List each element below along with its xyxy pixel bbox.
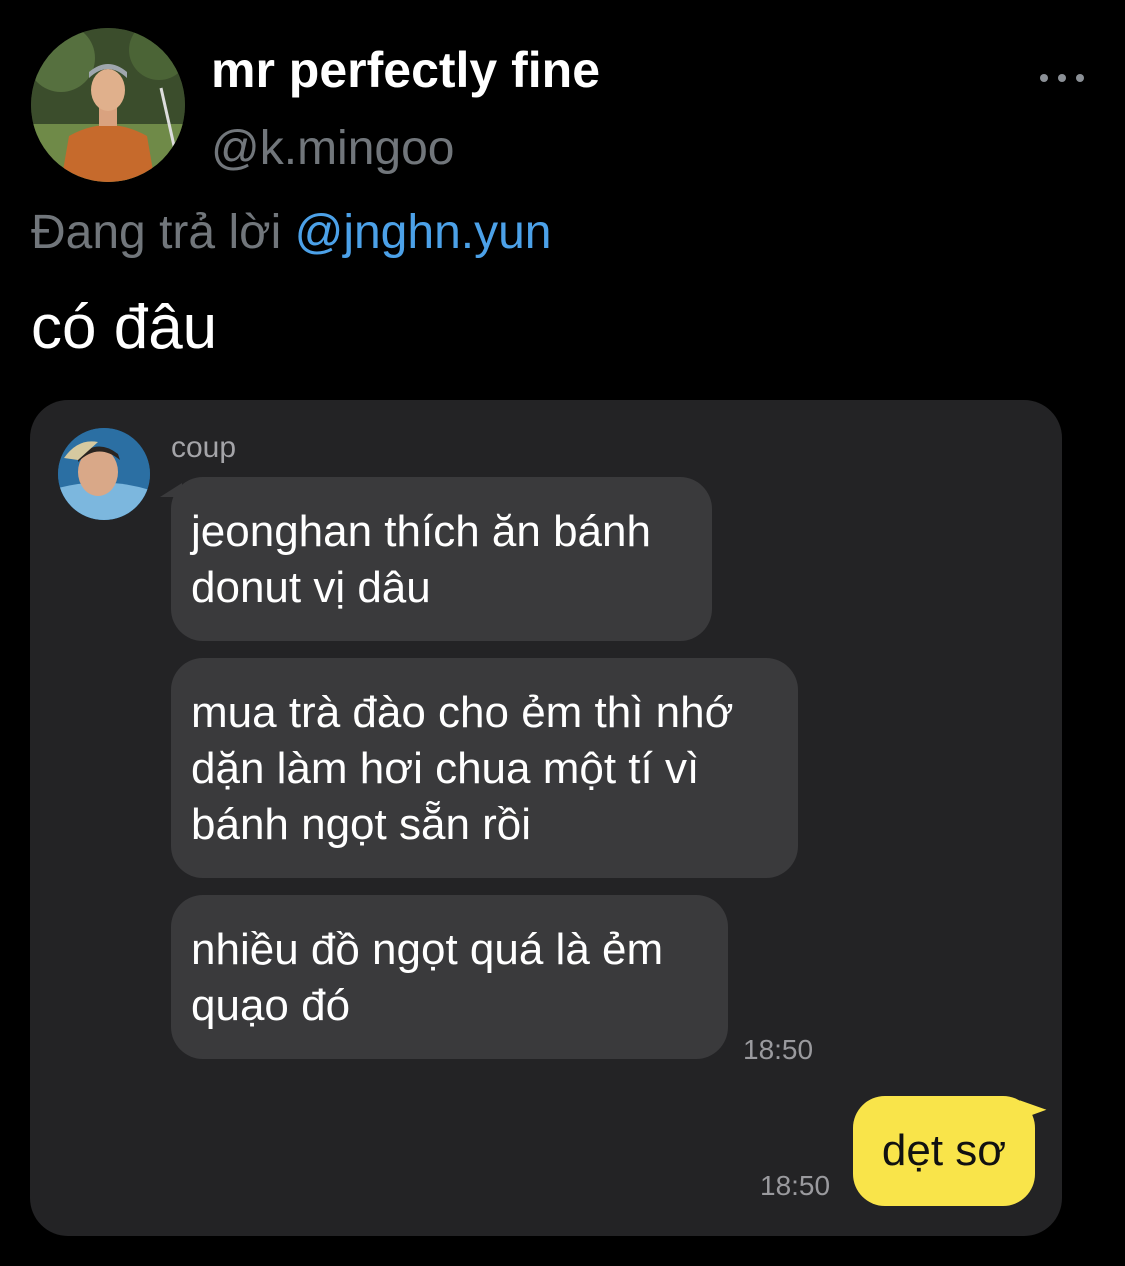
bubble-tail: [160, 483, 182, 497]
my-message-bubble[interactable]: dẹt sơ: [853, 1092, 1047, 1206]
message-text: mua trà đào cho ẻm thì nhớ dặn làm hơi c…: [191, 688, 734, 849]
reply-prefix: Đang trả lời: [31, 206, 282, 259]
reply-context: Đang trả lời @jnghn.yun: [31, 202, 552, 264]
reply-mention-link[interactable]: @jnghn.yun: [295, 206, 552, 259]
user-handle[interactable]: @k.mingoo: [211, 118, 455, 180]
display-name[interactable]: mr perfectly fine: [211, 38, 600, 102]
my-message-text: dẹt sơ: [881, 1126, 1007, 1175]
message-text: nhiều đồ ngọt quá là ẻm quạo đó: [191, 925, 664, 1030]
more-horizontal-icon[interactable]: [1036, 60, 1088, 96]
profile-avatar[interactable]: [31, 28, 185, 182]
sender-avatar: [58, 428, 150, 520]
tweet-text: có đâu: [31, 293, 218, 362]
my-message-timestamp: 18:50: [760, 1170, 831, 1201]
sender-name: coup: [171, 431, 237, 464]
message-bubble[interactable]: mua trà đào cho ẻm thì nhớ dặn làm hơi c…: [171, 658, 798, 878]
message-timestamp: 18:50: [743, 1034, 814, 1065]
message-bubble[interactable]: nhiều đồ ngọt quá là ẻm quạo đó: [171, 895, 728, 1059]
message-bubble[interactable]: jeonghan thích ăn bánh donut vị dâu: [160, 477, 712, 641]
bubble-tail: [1019, 1092, 1047, 1118]
message-text: jeonghan thích ăn bánh donut vị dâu: [191, 507, 651, 612]
attached-chat-screenshot[interactable]: coup jeonghan thích ăn bánh donut vị dâu…: [30, 400, 1062, 1236]
